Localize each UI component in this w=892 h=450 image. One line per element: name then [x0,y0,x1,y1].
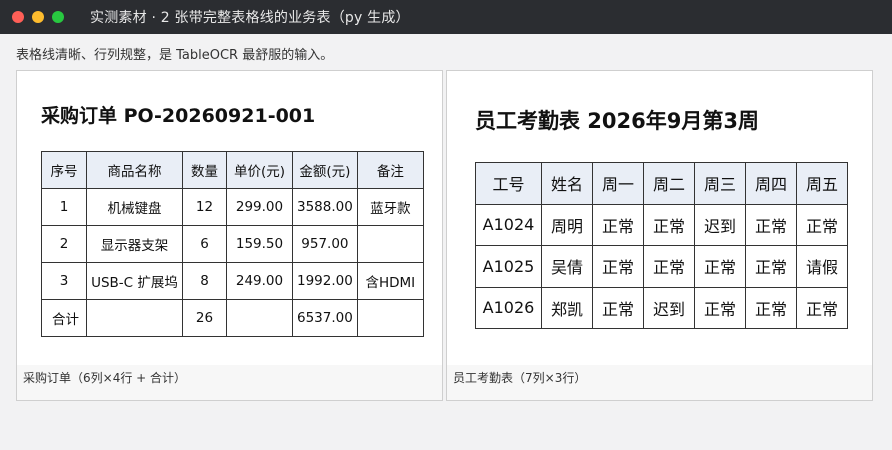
table-cell: 正常 [592,286,644,329]
table-cell: A1025 [475,245,542,288]
header-cell: 周三 [694,162,746,205]
table-cell: 6 [182,225,227,263]
purchase-order-image: 采购订单 PO-20260921-001 序号 商品名称 数量 单价(元) 金额… [17,71,442,365]
table-cell: 合计 [41,299,87,337]
table-cell [356,299,424,337]
header-cell: 备注 [356,151,424,189]
table-cell: 299.00 [226,188,293,226]
table-row: A1026 郑凯 正常 迟到 正常 正常 正常 [475,286,848,329]
header-cell: 周一 [592,162,644,205]
table-cell: 正常 [694,245,746,288]
attendance-caption: 员工考勤表（7列×3行） [453,371,587,385]
table-cell: 正常 [745,286,797,329]
table-cell: 6537.00 [292,299,358,337]
attendance-table: 工号 姓名 周一 周二 周三 周四 周五 A1024 周明 正常 正常 迟到 正… [475,162,848,329]
header-cell: 单价(元) [226,151,293,189]
table-cell: 显示器支架 [86,225,183,263]
purchase-order-title: 采购订单 PO-20260921-001 [41,105,316,127]
table-cell [356,225,424,263]
table-cell: 吴倩 [541,245,593,288]
table-row: 2 显示器支架 6 159.50 957.00 [41,225,424,263]
table-cell: 迟到 [643,286,695,329]
table-cell: 含HDMI [356,262,424,300]
attendance-image: 员工考勤表 2026年9月第3周 工号 姓名 周一 周二 周三 周四 周五 A1… [447,71,872,365]
header-cell: 周二 [643,162,695,205]
header-cell: 金额(元) [292,151,358,189]
table-cell: 正常 [592,203,644,246]
table-cell: 3 [41,262,87,300]
window-title: 实测素材 · 2 张带完整表格线的业务表（py 生成） [90,10,410,26]
table-cell: 正常 [796,286,848,329]
table-cell: 26 [182,299,227,337]
minimize-window-button[interactable] [32,11,44,23]
table-header-row: 序号 商品名称 数量 单价(元) 金额(元) 备注 [41,151,424,189]
window-titlebar: 实测素材 · 2 张带完整表格线的业务表（py 生成） [0,0,892,34]
table-cell: 159.50 [226,225,293,263]
table-cell: 2 [41,225,87,263]
table-cell: 正常 [592,245,644,288]
table-cell: 1992.00 [292,262,358,300]
header-cell: 工号 [475,162,542,205]
table-cell: 3588.00 [292,188,358,226]
table-cell: 8 [182,262,227,300]
table-cell: 请假 [796,245,848,288]
intro-text: 表格线清晰、行列规整，是 TableOCR 最舒服的输入。 [16,48,334,63]
table-cell [86,299,183,337]
purchase-order-caption: 采购订单（6列×4行 + 合计） [23,371,187,385]
table-cell: USB-C 扩展坞 [86,262,183,300]
header-cell: 周五 [796,162,848,205]
attendance-title: 员工考勤表 2026年9月第3周 [475,109,759,133]
table-total-row: 合计 26 6537.00 [41,299,424,337]
header-cell: 序号 [41,151,87,189]
table-cell [226,299,293,337]
table-cell: 机械键盘 [86,188,183,226]
table-cell: 正常 [643,203,695,246]
purchase-order-card[interactable]: 采购订单 PO-20260921-001 序号 商品名称 数量 单价(元) 金额… [16,70,443,401]
table-cell: 1 [41,188,87,226]
header-cell: 姓名 [541,162,593,205]
table-cell: 周明 [541,203,593,246]
header-cell: 商品名称 [86,151,183,189]
header-cell: 数量 [182,151,227,189]
table-cell: A1026 [475,286,542,329]
table-row: 3 USB-C 扩展坞 8 249.00 1992.00 含HDMI [41,262,424,300]
table-cell: A1024 [475,203,542,246]
table-cell: 正常 [745,203,797,246]
table-cell: 郑凯 [541,286,593,329]
table-cell: 12 [182,188,227,226]
table-row: A1024 周明 正常 正常 迟到 正常 正常 [475,203,848,246]
close-window-button[interactable] [12,11,24,23]
table-header-row: 工号 姓名 周一 周二 周三 周四 周五 [475,162,848,205]
purchase-order-table: 序号 商品名称 数量 单价(元) 金额(元) 备注 1 机械键盘 12 299.… [41,151,424,337]
table-cell: 正常 [796,203,848,246]
table-cell: 蓝牙款 [356,188,424,226]
header-cell: 周四 [745,162,797,205]
table-cell: 正常 [694,286,746,329]
table-row: 1 机械键盘 12 299.00 3588.00 蓝牙款 [41,188,424,226]
window-controls [12,11,64,23]
table-row: A1025 吴倩 正常 正常 正常 正常 请假 [475,245,848,288]
maximize-window-button[interactable] [52,11,64,23]
table-cell: 正常 [643,245,695,288]
table-cell: 迟到 [694,203,746,246]
table-cell: 249.00 [226,262,293,300]
table-cell: 正常 [745,245,797,288]
table-cell: 957.00 [292,225,358,263]
attendance-card[interactable]: 员工考勤表 2026年9月第3周 工号 姓名 周一 周二 周三 周四 周五 A1… [446,70,873,401]
